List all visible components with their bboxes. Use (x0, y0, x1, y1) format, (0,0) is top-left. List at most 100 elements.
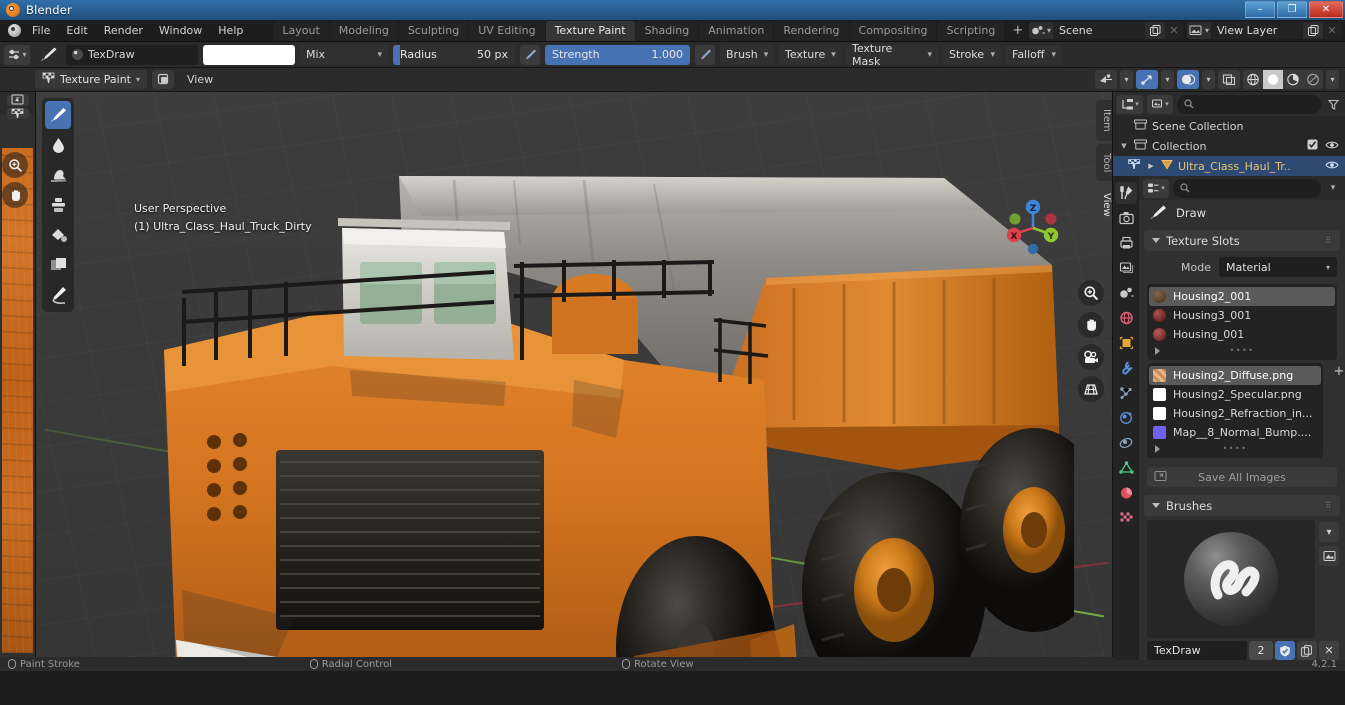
gizmo-dropdown[interactable]: ▾ (1161, 70, 1174, 89)
texture-slot-item[interactable]: Housing2_Refraction_in... (1149, 404, 1321, 423)
rendered-shading-icon[interactable] (1303, 70, 1323, 89)
object-properties-tab[interactable] (1115, 332, 1137, 354)
outliner-search-input[interactable] (1177, 94, 1321, 114)
outliner-row-scene-collection[interactable]: Scene Collection (1113, 116, 1345, 136)
menu-file[interactable]: File (24, 22, 58, 39)
radius-slider[interactable]: Radius 50 px (393, 44, 515, 65)
shield-icon[interactable] (1275, 641, 1295, 660)
material-preview-shading-icon[interactable] (1283, 70, 1303, 89)
sidebar-tab-view[interactable]: View (1096, 184, 1112, 226)
menu-window[interactable]: Window (151, 22, 210, 39)
scene-selector[interactable]: ▾ Scene ✕ (1029, 22, 1183, 39)
workspace-tab-layout[interactable]: Layout (273, 20, 329, 41)
texture-menu[interactable]: Texture ▾ (779, 44, 841, 65)
render-properties-tab[interactable] (1115, 207, 1137, 229)
add-texture-slot-button[interactable]: + (1331, 362, 1345, 380)
remove-view-layer-button[interactable]: ✕ (1323, 22, 1341, 39)
strength-slider[interactable]: Strength 1.000 (545, 44, 690, 65)
sidebar-tab-tool[interactable]: Tool (1096, 143, 1112, 182)
snap-icon[interactable] (152, 70, 174, 89)
texture-slot-item[interactable]: Map__8_Normal_Bump.... (1149, 423, 1321, 442)
radius-pressure-icon[interactable] (520, 44, 540, 65)
viewport-3d[interactable]: User Perspective (1) Ultra_Class_Haul_Tr… (36, 92, 1112, 657)
visibility-icon[interactable] (1095, 70, 1117, 89)
gizmo-icon[interactable] (1136, 70, 1158, 89)
soften-tool[interactable] (45, 131, 71, 159)
new-scene-button[interactable] (1145, 22, 1165, 39)
filter-funnel-icon[interactable] (1325, 99, 1341, 110)
overlays-dropdown[interactable]: ▾ (1202, 70, 1215, 89)
texture-slot-item[interactable]: Housing2_Specular.png (1149, 385, 1321, 404)
outliner-display-mode-icon[interactable]: ▾ (1117, 94, 1143, 114)
close-button[interactable]: ✕ (1309, 1, 1343, 18)
texture-slot-item[interactable]: Housing2_Diffuse.png (1149, 366, 1321, 385)
xray-icon[interactable] (1218, 70, 1240, 89)
physics-properties-tab[interactable] (1115, 407, 1137, 429)
blend-mode-dropdown[interactable]: Mix ▾ (300, 44, 388, 65)
image-editor-mode-icon[interactable] (6, 108, 29, 119)
material-properties-tab[interactable] (1115, 482, 1137, 504)
blender-menu-icon[interactable] (4, 22, 24, 40)
chevron-down-icon[interactable]: ▾ (1325, 183, 1341, 193)
outliner-row-haul-truck[interactable]: ▶ Ultra_Class_Haul_Tr.. (1113, 156, 1345, 176)
outliner-row-collection[interactable]: ▼ Collection (1113, 136, 1345, 156)
texture-slots-mode-dropdown[interactable]: Material ▾ (1219, 257, 1337, 277)
texture-mask-menu[interactable]: Texture Mask ▾ (846, 42, 938, 68)
ortho-persp-icon[interactable] (1078, 376, 1104, 402)
stroke-menu[interactable]: Stroke ▾ (943, 44, 1001, 65)
wireframe-shading-icon[interactable] (1243, 70, 1263, 89)
shading-dropdown[interactable]: ▾ (1326, 70, 1339, 89)
uv-texture-canvas[interactable] (2, 148, 33, 653)
material-slot-item[interactable]: Housing2_001 (1149, 287, 1335, 306)
texture-slots-panel-header[interactable]: Texture Slots ⠿ (1144, 230, 1340, 251)
eye-icon[interactable] (1325, 160, 1339, 173)
brush-datablock-name[interactable]: TexDraw (1147, 641, 1247, 660)
tool-properties-tab[interactable] (1115, 182, 1137, 204)
brush-selector[interactable]: TexDraw (66, 44, 198, 65)
particle-properties-tab[interactable] (1115, 382, 1137, 404)
scene-properties-tab[interactable] (1115, 282, 1137, 304)
modifier-properties-tab[interactable] (1115, 357, 1137, 379)
workspace-tab-rendering[interactable]: Rendering (774, 20, 849, 41)
sidebar-tab-item[interactable]: Item (1096, 100, 1112, 141)
expand-triangle-icon[interactable]: ▶ (1146, 162, 1156, 170)
filter-id-icon[interactable]: ▾ (1147, 94, 1173, 114)
interaction-mode-selector[interactable]: Texture Paint ▾ (35, 70, 147, 89)
world-properties-tab[interactable] (1115, 307, 1137, 329)
solid-shading-icon[interactable] (1263, 70, 1283, 89)
maximize-button[interactable]: ❐ (1277, 1, 1307, 18)
draw-tool[interactable] (45, 101, 71, 129)
fill-tool[interactable] (45, 221, 71, 249)
workspace-tab-scripting[interactable]: Scripting (937, 20, 1005, 41)
clone-tool[interactable] (45, 191, 71, 219)
workspace-tab-texture-paint[interactable]: Texture Paint (545, 20, 635, 41)
workspace-tab-animation[interactable]: Animation (699, 20, 774, 41)
close-icon[interactable]: ✕ (1319, 641, 1339, 660)
properties-search-input[interactable] (1173, 178, 1321, 198)
camera-icon[interactable] (1078, 344, 1104, 370)
brush-preview-sphere[interactable] (1147, 520, 1315, 638)
minimize-button[interactable]: – (1245, 1, 1275, 18)
new-view-layer-button[interactable] (1303, 22, 1323, 39)
smear-tool[interactable] (45, 161, 71, 189)
workspace-tab-shading[interactable]: Shading (635, 20, 699, 41)
mask-tool[interactable] (45, 251, 71, 279)
brushes-panel-header[interactable]: Brushes ⠿ (1144, 495, 1340, 516)
brush-menu[interactable]: Brush ▾ (720, 44, 774, 65)
pan-icon[interactable] (2, 182, 28, 208)
chevron-down-icon[interactable]: ▾ (1319, 522, 1339, 542)
brush-users-count[interactable]: 2 (1249, 641, 1273, 660)
material-slot-item[interactable]: Housing_001 (1149, 325, 1335, 344)
eye-icon[interactable] (1325, 140, 1339, 153)
view-layer-selector[interactable]: ▾ View Layer ✕ (1187, 22, 1341, 39)
menu-edit[interactable]: Edit (58, 22, 95, 39)
constraint-properties-tab[interactable] (1115, 432, 1137, 454)
falloff-menu[interactable]: Falloff ▾ (1006, 44, 1062, 65)
pan-icon[interactable] (1078, 312, 1104, 338)
view-menu[interactable]: View (179, 71, 221, 88)
add-workspace-button[interactable]: + (1005, 21, 1030, 40)
workspace-tab-sculpting[interactable]: Sculpting (398, 20, 469, 41)
navigation-gizmo[interactable]: Z X Y (1002, 197, 1064, 259)
zoom-icon[interactable] (1078, 280, 1104, 306)
output-properties-tab[interactable] (1115, 232, 1137, 254)
